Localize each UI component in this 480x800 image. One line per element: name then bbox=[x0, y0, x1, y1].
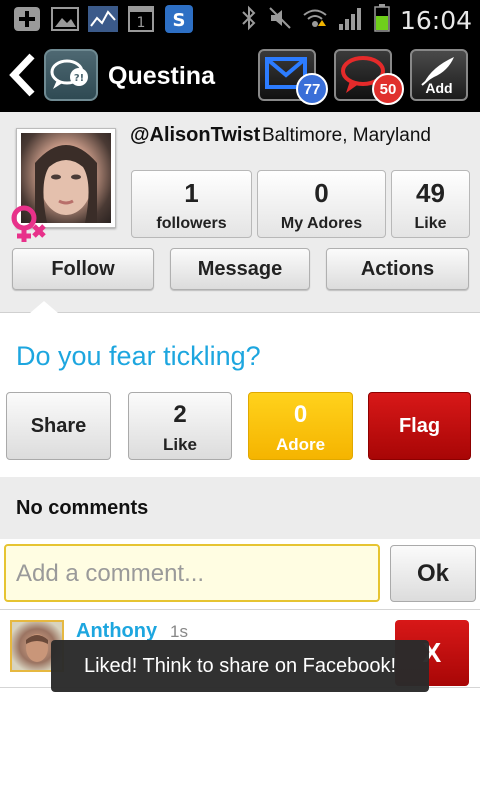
follow-button[interactable]: Follow bbox=[12, 248, 154, 290]
calendar-icon: 1 bbox=[126, 5, 156, 33]
add-label: Add bbox=[425, 80, 453, 96]
status-bar: 1 S 16:04 bbox=[0, 0, 480, 38]
no-comments-text: No comments bbox=[16, 497, 149, 519]
question-like-count: 2 bbox=[173, 401, 187, 428]
female-gender-icon bbox=[8, 202, 48, 246]
like-count: 49 bbox=[416, 178, 445, 208]
app-title: Questina bbox=[108, 62, 215, 90]
card-pointer bbox=[30, 301, 58, 313]
followers-stat[interactable]: 1 followers bbox=[131, 170, 252, 238]
comments-header: No comments bbox=[0, 477, 480, 539]
followers-count: 1 bbox=[184, 178, 199, 208]
battery-icon bbox=[374, 4, 390, 37]
system-icons: 16:04 bbox=[240, 4, 472, 37]
mute-icon bbox=[268, 6, 292, 35]
chat-bubble-icon: ?! bbox=[50, 59, 88, 89]
profile-location: Baltimore, Maryland bbox=[262, 125, 431, 146]
messages-count-badge: 77 bbox=[296, 73, 328, 105]
notifications-button[interactable]: 50 bbox=[334, 49, 404, 105]
comment-timestamp: 1s bbox=[170, 622, 188, 641]
back-button[interactable] bbox=[6, 52, 38, 98]
my-adores-count: 0 bbox=[314, 178, 329, 208]
profile-section: @AlisonTwist Baltimore, Maryland 1 follo… bbox=[0, 112, 480, 312]
chevron-left-icon bbox=[9, 53, 35, 97]
shazam-icon: S bbox=[164, 5, 194, 33]
followers-label: followers bbox=[156, 215, 227, 232]
notifications-count-badge: 50 bbox=[372, 73, 404, 105]
svg-text:1: 1 bbox=[137, 15, 146, 31]
my-adores-label: My Adores bbox=[280, 215, 363, 232]
svg-text:S: S bbox=[173, 10, 186, 31]
action-bar: ?! Questina 77 50 Add bbox=[0, 38, 480, 112]
question-text: Do you fear tickling? bbox=[16, 341, 261, 371]
notification-icons: 1 S bbox=[12, 5, 194, 33]
like-stat[interactable]: 49 Like bbox=[391, 170, 470, 238]
gallery-icon bbox=[50, 5, 80, 33]
profile-username: @AlisonTwist bbox=[130, 124, 261, 146]
toast-message: Liked! Think to share on Facebook! bbox=[51, 640, 429, 692]
wifi-icon bbox=[302, 6, 328, 35]
ok-button[interactable]: Ok bbox=[390, 545, 476, 602]
actions-button[interactable]: Actions bbox=[326, 248, 469, 290]
signal-icon bbox=[338, 6, 364, 35]
question-like-label: Like bbox=[162, 435, 198, 454]
svg-text:?!: ?! bbox=[74, 73, 84, 84]
adore-button[interactable]: 0 Adore bbox=[248, 392, 353, 460]
bluetooth-icon bbox=[240, 5, 258, 36]
question-card: Do you fear tickling? Share 2 Like 0 Ado… bbox=[0, 301, 480, 477]
comment-input[interactable]: Add a comment... bbox=[4, 544, 380, 602]
question-adore-label: Adore bbox=[275, 435, 326, 454]
like-button[interactable]: 2 Like bbox=[128, 392, 232, 460]
question-adore-count: 0 bbox=[293, 401, 308, 428]
like-label: Like bbox=[414, 215, 447, 232]
add-question-button[interactable]: Add bbox=[410, 49, 468, 101]
share-button[interactable]: Share bbox=[6, 392, 111, 460]
messages-button[interactable]: 77 bbox=[258, 49, 328, 105]
flag-button[interactable]: Flag bbox=[368, 392, 471, 460]
app-logo[interactable]: ?! bbox=[44, 49, 98, 101]
clock-time: 16:04 bbox=[399, 6, 472, 35]
chart-icon bbox=[88, 5, 118, 33]
my-adores-stat[interactable]: 0 My Adores bbox=[257, 170, 386, 238]
add-icon bbox=[12, 5, 42, 33]
message-button[interactable]: Message bbox=[170, 248, 310, 290]
